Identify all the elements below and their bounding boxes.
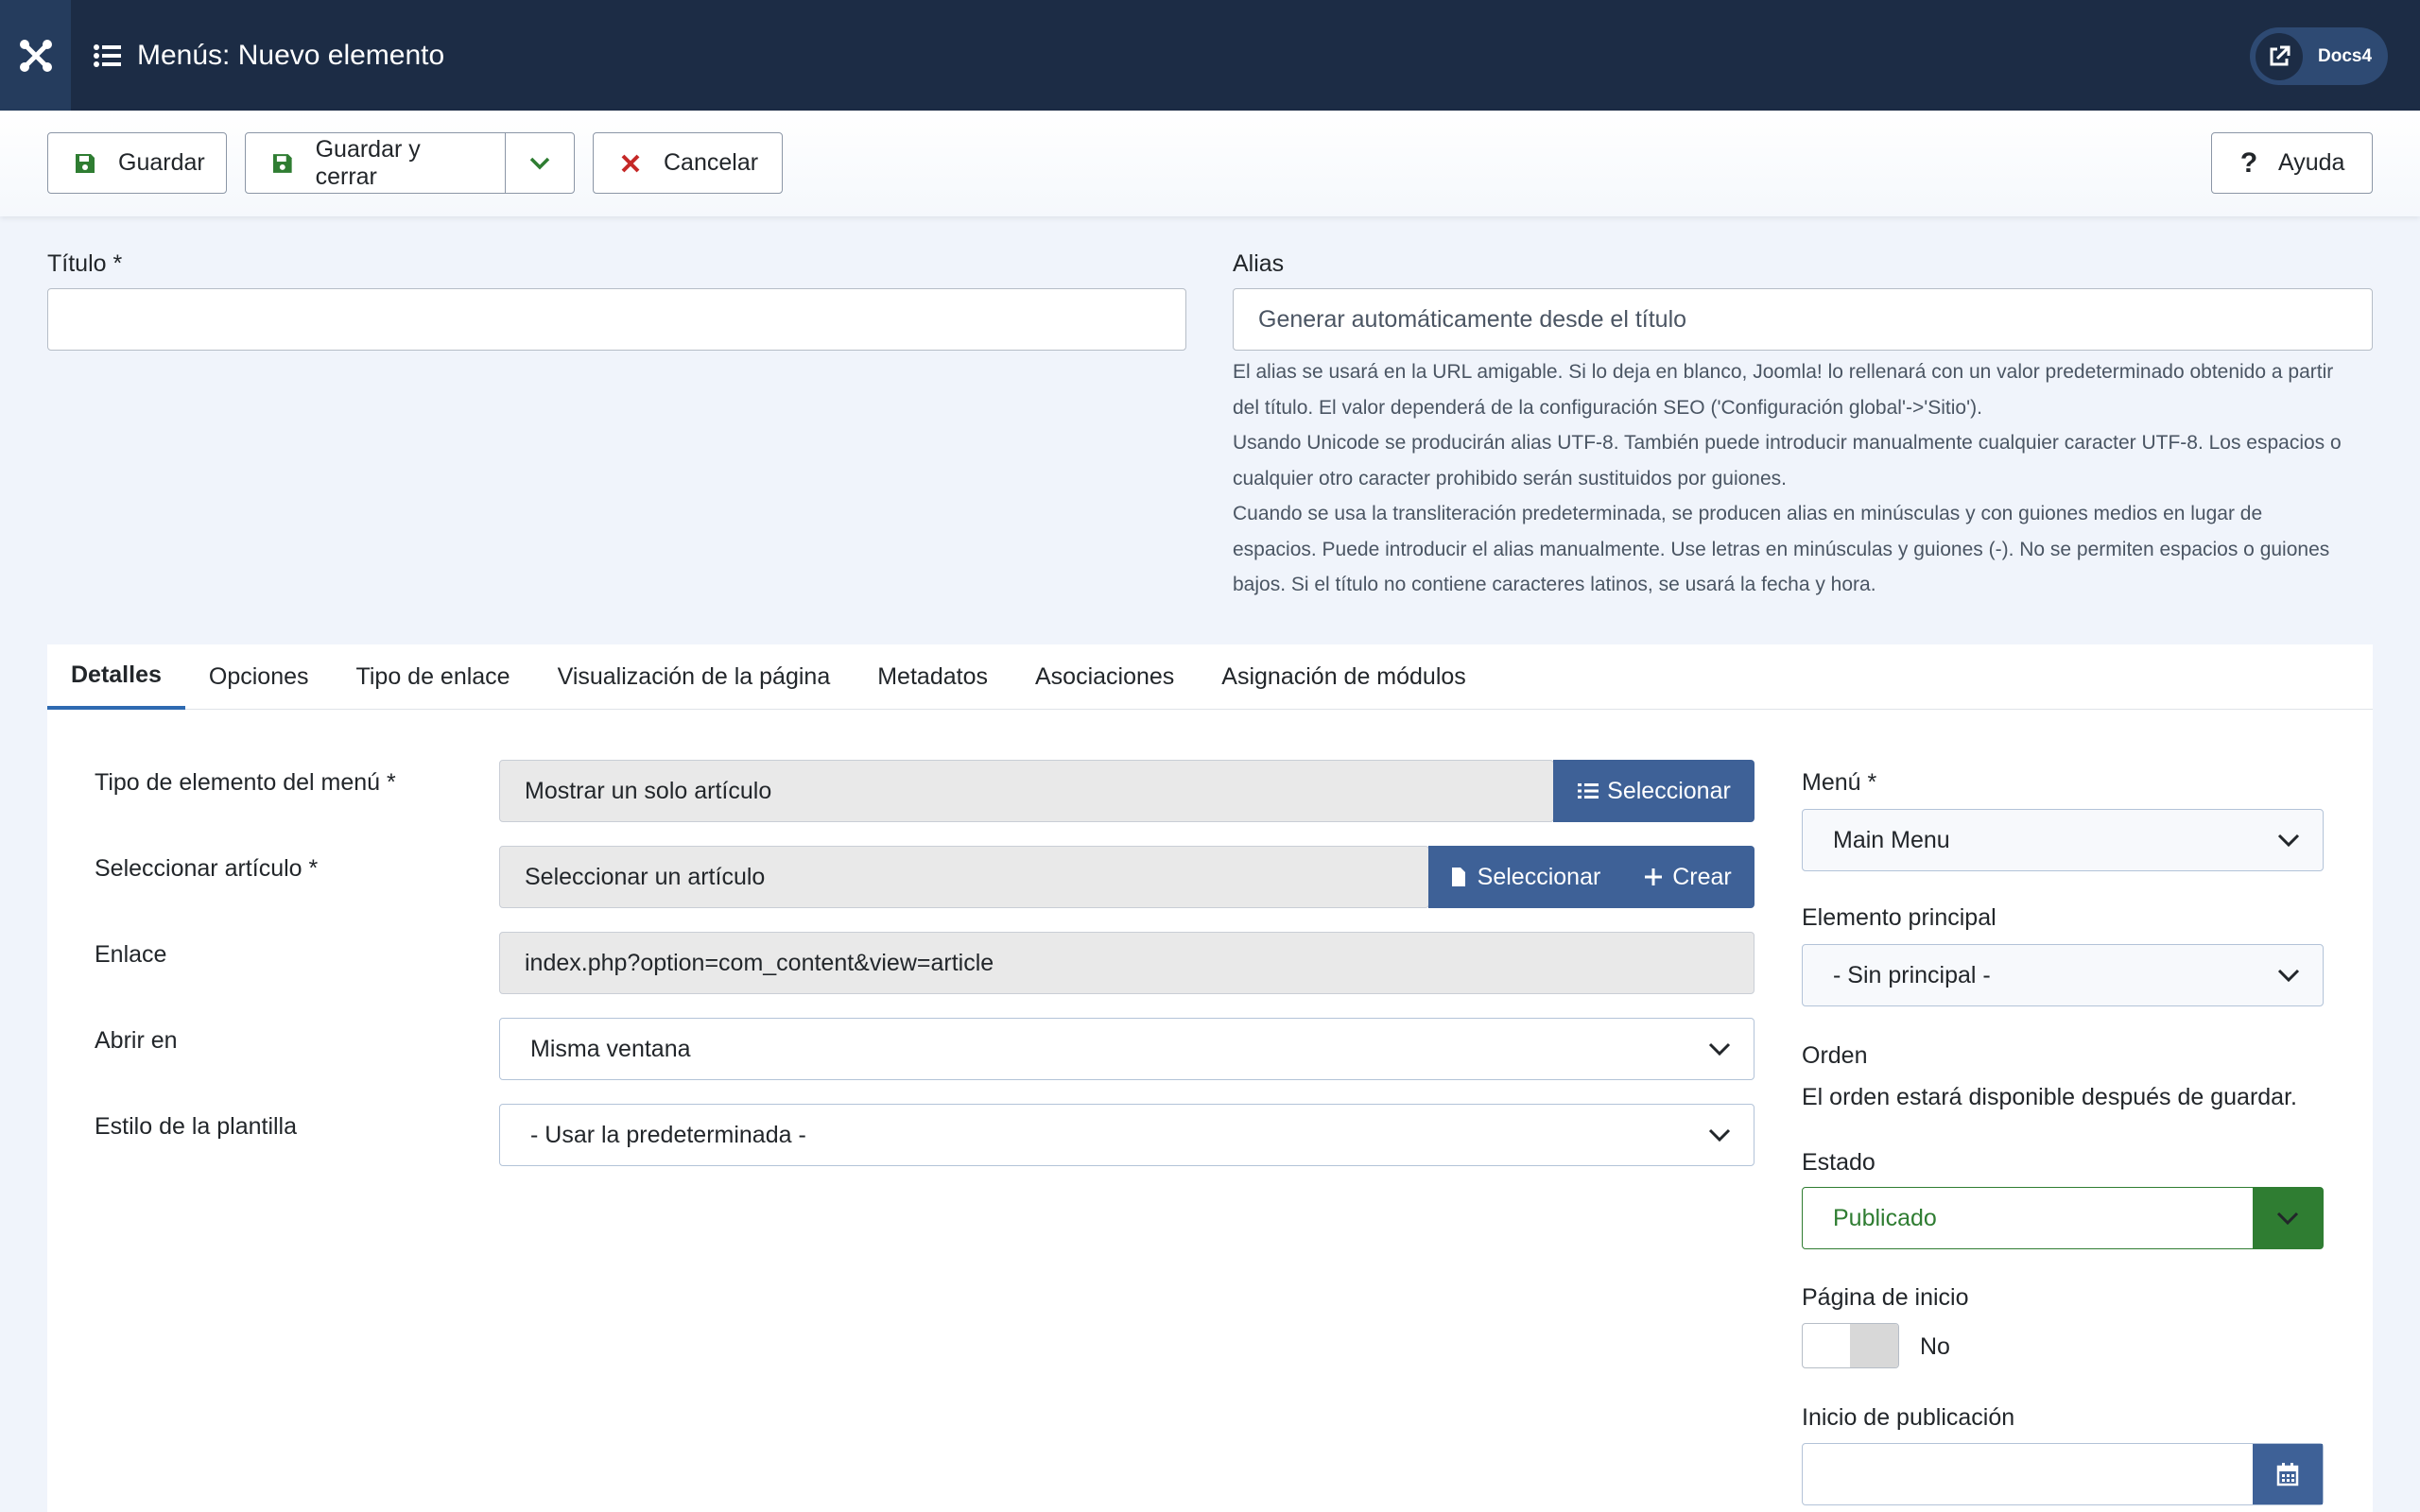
toolbar: Guardar Guardar y cerrar Cancelar ? Ayud… <box>0 111 2420 216</box>
publish-start-label: Inicio de publicación <box>1802 1404 2015 1431</box>
chevron-down-icon <box>2255 945 2323 1005</box>
chevron-down-icon <box>1685 1105 1754 1165</box>
save-button[interactable]: Guardar <box>47 132 227 194</box>
tab-metadata[interactable]: Metadatos <box>854 644 1011 710</box>
link-label: Enlace <box>95 941 167 968</box>
save-label: Guardar <box>118 149 205 176</box>
status-value: Publicado <box>1833 1204 1937 1231</box>
chevron-down-icon <box>2253 1188 2323 1248</box>
question-icon: ? <box>2239 146 2258 179</box>
template-style-select[interactable]: - Usar la predeterminada - <box>499 1104 1754 1166</box>
tab-options[interactable]: Opciones <box>185 644 333 710</box>
alias-help-text: El alias se usará en la URL amigable. Si… <box>1233 354 2377 603</box>
menu-select[interactable]: Main Menu <box>1802 809 2324 871</box>
status-label: Estado <box>1802 1149 1876 1176</box>
template-style-value: - Usar la predeterminada - <box>530 1121 806 1148</box>
file-icon <box>1451 868 1465 886</box>
help-label: Ayuda <box>2278 149 2345 176</box>
publish-start-input[interactable] <box>1802 1443 2324 1505</box>
tab-bar: Detalles Opciones Tipo de enlace Visuali… <box>47 644 2373 710</box>
help-button[interactable]: ? Ayuda <box>2211 132 2373 194</box>
alias-help-line: bajos. Si el título no contiene caracter… <box>1233 574 1876 595</box>
save-dropdown-toggle[interactable] <box>505 133 574 193</box>
toggle-knob <box>1850 1324 1898 1367</box>
order-label: Orden <box>1802 1042 1868 1069</box>
external-link-icon <box>2256 32 2303 80</box>
tab-link-type[interactable]: Tipo de enlace <box>333 644 534 710</box>
open-in-label: Abrir en <box>95 1027 178 1054</box>
calendar-icon <box>2276 1463 2299 1486</box>
order-info-text: El orden estará disponible después de gu… <box>1802 1084 2297 1110</box>
select-label: Seleccionar <box>1477 863 1601 890</box>
chevron-down-icon <box>1685 1019 1754 1079</box>
title-input[interactable] <box>47 288 1186 351</box>
create-article-button[interactable]: Crear <box>1619 846 1754 908</box>
admin-header: Menús: Nuevo elemento Docs4 <box>0 0 2420 111</box>
open-in-value: Misma ventana <box>530 1035 691 1062</box>
menu-item-type-label: Tipo de elemento del menú * <box>95 769 396 796</box>
open-in-select[interactable]: Misma ventana <box>499 1018 1754 1080</box>
chevron-down-icon <box>529 157 550 169</box>
title-label: Título * <box>47 250 123 277</box>
cancel-button[interactable]: Cancelar <box>593 132 783 194</box>
calendar-button[interactable] <box>2253 1444 2323 1504</box>
tab-associations[interactable]: Asociaciones <box>1011 644 1198 710</box>
select-menu-item-type-button[interactable]: Seleccionar <box>1553 760 1754 822</box>
home-page-toggle[interactable] <box>1802 1323 1899 1368</box>
alias-help-line: del título. El valor dependerá de la con… <box>1233 396 1982 419</box>
create-label: Crear <box>1672 863 1732 890</box>
alias-help-line: espacios. Puede introducir el alias manu… <box>1233 538 2330 560</box>
close-icon <box>621 154 640 172</box>
list-icon <box>1578 783 1599 799</box>
save-close-button-group: Guardar y cerrar <box>245 132 575 194</box>
list-icon <box>94 43 121 67</box>
docs-site-button[interactable]: Docs4 <box>2250 27 2388 85</box>
menu-item-type-field: Mostrar un solo artículo <box>499 760 1554 822</box>
select-article-label: Seleccionar artículo * <box>95 855 319 882</box>
alias-input[interactable]: Generar automáticamente desde el título <box>1233 288 2373 351</box>
alias-label: Alias <box>1233 250 1285 277</box>
joomla-logo-icon <box>19 39 52 72</box>
home-page-label: Página de inicio <box>1802 1284 1969 1311</box>
select-article-button[interactable]: Seleccionar <box>1428 846 1619 908</box>
tab-page-display[interactable]: Visualización de la página <box>534 644 855 710</box>
page-title-text: Menús: Nuevo elemento <box>137 39 445 71</box>
alias-help-line: El alias se usará en la URL amigable. Si… <box>1233 361 2334 383</box>
menu-label: Menú * <box>1802 769 1877 796</box>
alias-help-line: Usando Unicode se producirán alias UTF-8… <box>1233 432 2342 454</box>
tab-module-assignment[interactable]: Asignación de módulos <box>1198 644 1490 710</box>
save-close-button[interactable]: Guardar y cerrar <box>316 136 487 191</box>
select-label: Seleccionar <box>1607 777 1731 804</box>
home-page-value: No <box>1920 1333 1950 1360</box>
docs-label: Docs4 <box>2318 45 2373 66</box>
parent-item-label: Elemento principal <box>1802 904 1996 931</box>
alias-help-line: Cuando se usa la transliteración predete… <box>1233 503 2263 524</box>
menu-value: Main Menu <box>1833 826 1950 853</box>
alias-help-line: cualquier otro caracter prohibido serán … <box>1233 467 1788 490</box>
parent-item-value: - Sin principal - <box>1833 961 1991 988</box>
plus-icon <box>1645 868 1663 885</box>
parent-item-select[interactable]: - Sin principal - <box>1802 944 2324 1006</box>
status-select[interactable]: Publicado <box>1802 1187 2324 1249</box>
save-icon <box>76 153 95 173</box>
cancel-label: Cancelar <box>664 149 759 176</box>
joomla-logo[interactable] <box>0 0 71 111</box>
link-field: index.php?option=com_content&view=articl… <box>499 932 1754 994</box>
save-icon <box>272 153 292 173</box>
page-title: Menús: Nuevo elemento <box>92 40 444 72</box>
tab-details[interactable]: Detalles <box>47 644 185 710</box>
template-style-label: Estilo de la plantilla <box>95 1113 298 1140</box>
select-article-field: Seleccionar un artículo <box>499 846 1429 908</box>
chevron-down-icon <box>2255 810 2323 870</box>
